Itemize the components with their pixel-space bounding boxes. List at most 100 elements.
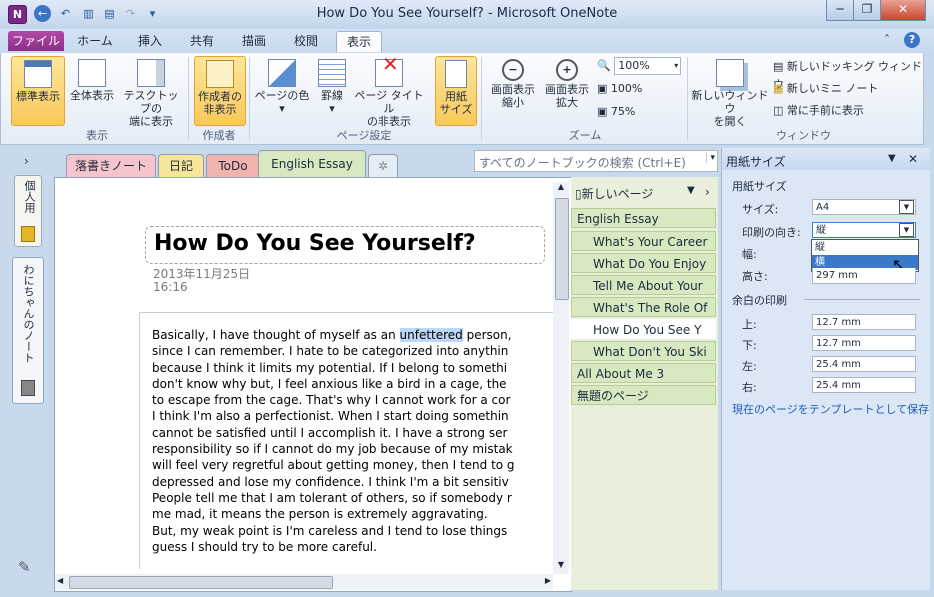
vertical-scrollbar[interactable]: ▲ ▼ bbox=[553, 182, 569, 574]
docked-window-icon: ▤ bbox=[773, 60, 787, 73]
notebook-wani[interactable]: わにちゃんのノート bbox=[12, 257, 44, 404]
normal-view-label: 標準表示 bbox=[16, 90, 60, 103]
page-item-untitled[interactable]: 無題のページ bbox=[571, 385, 716, 405]
always-on-top-button[interactable]: ◫ 常に手前に表示 bbox=[773, 102, 864, 120]
scroll-right-icon[interactable]: ▶ bbox=[545, 576, 551, 585]
margin-left-input[interactable]: 25.4 mm bbox=[812, 356, 916, 372]
save-template-link[interactable]: 現在のページをテンプレートとして保存 bbox=[732, 401, 929, 417]
tab-draw[interactable]: 描画 bbox=[232, 31, 276, 51]
mini-note-label: 新しいミニ ノート bbox=[786, 82, 879, 95]
height-input[interactable]: 297 mm bbox=[812, 268, 916, 284]
rule-lines-icon bbox=[318, 59, 346, 87]
ribbon-tab-bar: ファイル ホーム 挿入 共有 描画 校閲 表示 ˄ ? bbox=[0, 29, 934, 53]
scroll-left-icon[interactable]: ◀ bbox=[57, 576, 63, 585]
notebook-personal-group[interactable]: 個人用 bbox=[14, 175, 42, 247]
page-canvas[interactable]: How Do You See Yourself? 2013年11月25日 16:… bbox=[54, 177, 572, 592]
scroll-up-icon[interactable]: ▲ bbox=[553, 182, 569, 196]
full-page-view-button[interactable]: 全体表示 bbox=[67, 56, 117, 124]
pane-menu-icon[interactable]: ▼ bbox=[888, 153, 896, 164]
tab-review[interactable]: 校閲 bbox=[284, 31, 328, 51]
page-item-tell-me[interactable]: Tell Me About Your bbox=[571, 275, 716, 295]
new-page-button[interactable]: ▯新しいページ ▼ › bbox=[575, 185, 715, 202]
zoom-75-button[interactable]: ▣ 75% bbox=[597, 103, 635, 121]
close-button[interactable]: ✕ bbox=[880, 0, 926, 21]
new-section-tab[interactable]: ✲ bbox=[368, 154, 398, 177]
scroll-down-icon[interactable]: ▼ bbox=[553, 560, 569, 574]
help-icon[interactable]: ? bbox=[904, 32, 920, 48]
pane-close-icon[interactable]: ✕ bbox=[908, 152, 918, 166]
note-line-7: responsibility so if I cannot do my job … bbox=[152, 442, 513, 457]
paper-size-button[interactable]: 用紙 サイズ bbox=[435, 56, 477, 126]
maximize-button[interactable]: ❐ bbox=[853, 0, 881, 21]
note-line-8: will feel very regretful about getting m… bbox=[152, 458, 515, 473]
margin-bottom-input[interactable]: 12.7 mm bbox=[812, 335, 916, 351]
zoom-in-button[interactable]: + 画面表示 拡大 bbox=[541, 56, 593, 124]
orientation-dropdown-icon[interactable]: ▼ bbox=[899, 223, 914, 237]
orientation-value: 縦 bbox=[816, 225, 826, 236]
selected-word[interactable]: unfettered bbox=[399, 328, 463, 342]
normal-view-button[interactable]: 標準表示 bbox=[11, 56, 65, 126]
hide-authors-button[interactable]: 作成者の 非表示 bbox=[194, 56, 246, 126]
group-window-label: ウィンドウ bbox=[776, 129, 831, 142]
page-item-role[interactable]: What's The Role Of bbox=[571, 297, 716, 317]
size-dropdown-icon[interactable]: ▼ bbox=[899, 200, 914, 214]
note-container[interactable]: Basically, I have thought of myself as a… bbox=[139, 312, 554, 569]
zoom-search-icon: 🔍 bbox=[597, 59, 611, 72]
new-window-button[interactable]: 新しいウィンドウ を開く bbox=[691, 56, 769, 128]
page-item-enjoy[interactable]: What Do You Enjoy bbox=[571, 253, 716, 273]
margin-bottom-label: 下: bbox=[742, 339, 757, 352]
margin-right-input[interactable]: 25.4 mm bbox=[812, 377, 916, 393]
page-item-dont-ski[interactable]: What Don't You Ski bbox=[571, 341, 716, 361]
full-page-icon bbox=[78, 59, 106, 87]
dock-desktop-button[interactable]: テスクトップの 端に表示 bbox=[119, 56, 183, 128]
zoom-in-label: 画面表示 拡大 bbox=[545, 83, 589, 109]
personal-label: 個人用 bbox=[23, 180, 36, 213]
page-title-box[interactable]: How Do You See Yourself? bbox=[145, 226, 545, 264]
horizontal-scrollbar[interactable]: ◀ ▶ bbox=[55, 574, 553, 590]
margin-top-label: 上: bbox=[742, 318, 757, 331]
tab-share[interactable]: 共有 bbox=[180, 31, 224, 51]
new-docked-window-button[interactable]: ▤ 新しいドッキング ウィンドウ bbox=[773, 58, 923, 91]
page-item-how-do-you-see[interactable]: How Do You See Y bbox=[571, 319, 716, 339]
section-tab-english-essay[interactable]: English Essay bbox=[258, 150, 366, 178]
note-line-0: Basically, I have thought of myself as a… bbox=[152, 328, 512, 342]
search-scope-icon[interactable]: ▾ bbox=[706, 153, 715, 163]
orientation-option-portrait[interactable]: 縦 bbox=[812, 240, 918, 255]
orientation-select[interactable]: 縦 ▼ bbox=[812, 222, 916, 238]
group-zoom-label: ズーム bbox=[568, 129, 602, 142]
zoom-out-button[interactable]: − 画面表示 縮小 bbox=[487, 56, 539, 124]
margin-top-input[interactable]: 12.7 mm bbox=[812, 314, 916, 330]
page-item-career[interactable]: What's Your Career bbox=[571, 231, 716, 251]
new-mini-note-button[interactable]: ▦ 新しいミニ ノート bbox=[773, 80, 878, 98]
nav-expand-icon[interactable]: › bbox=[24, 154, 29, 168]
zoom-combo[interactable]: 100% ▾ bbox=[614, 57, 682, 75]
search-input[interactable]: すべてのノートブックの検索 (Ctrl+E) bbox=[479, 154, 686, 171]
minimize-button[interactable]: ─ bbox=[826, 0, 854, 21]
tab-file[interactable]: ファイル bbox=[8, 31, 64, 51]
tab-view[interactable]: 表示 bbox=[336, 31, 382, 52]
search-box[interactable]: すべてのノートブックの検索 (Ctrl+E) ▾ bbox=[474, 150, 718, 172]
size-select[interactable]: A4 ▼ bbox=[812, 199, 916, 215]
new-page-dropdown-icon[interactable]: ▼ bbox=[687, 185, 695, 196]
scroll-thumb[interactable] bbox=[555, 198, 569, 300]
ribbon-collapse-icon[interactable]: ˄ bbox=[884, 33, 890, 47]
tab-home[interactable]: ホーム bbox=[70, 31, 120, 51]
unfiled-notes-icon[interactable]: ✎ bbox=[18, 558, 36, 576]
margin-section-label: 余白の印刷 bbox=[732, 294, 787, 307]
rule-lines-button[interactable]: 罫線 ▾ bbox=[313, 56, 351, 124]
note-line-11: me mad, it means the person is extremely… bbox=[152, 507, 488, 522]
section-tab-diary[interactable]: 日記 bbox=[158, 154, 204, 177]
section-tab-scribble[interactable]: 落書きノート bbox=[66, 154, 156, 177]
page-item-about-me[interactable]: All About Me 3 bbox=[571, 363, 716, 383]
group-author-label: 作成者 bbox=[202, 129, 236, 142]
note-text[interactable]: Basically, I have thought of myself as a… bbox=[152, 327, 515, 555]
pages-collapse-icon[interactable]: › bbox=[705, 185, 710, 199]
section-tab-todo[interactable]: ToDo bbox=[206, 154, 260, 177]
page-item-english-essay[interactable]: English Essay bbox=[571, 208, 716, 228]
page-color-button[interactable]: ページの色 ▾ bbox=[253, 56, 311, 124]
page-title[interactable]: How Do You See Yourself? bbox=[154, 231, 476, 256]
hide-page-title-button[interactable]: ✕ ページ タイトル の非表示 bbox=[353, 54, 425, 128]
zoom-100-button[interactable]: ▣ 100% bbox=[597, 80, 642, 98]
tab-insert[interactable]: 挿入 bbox=[128, 31, 172, 51]
hscroll-thumb[interactable] bbox=[69, 576, 333, 589]
